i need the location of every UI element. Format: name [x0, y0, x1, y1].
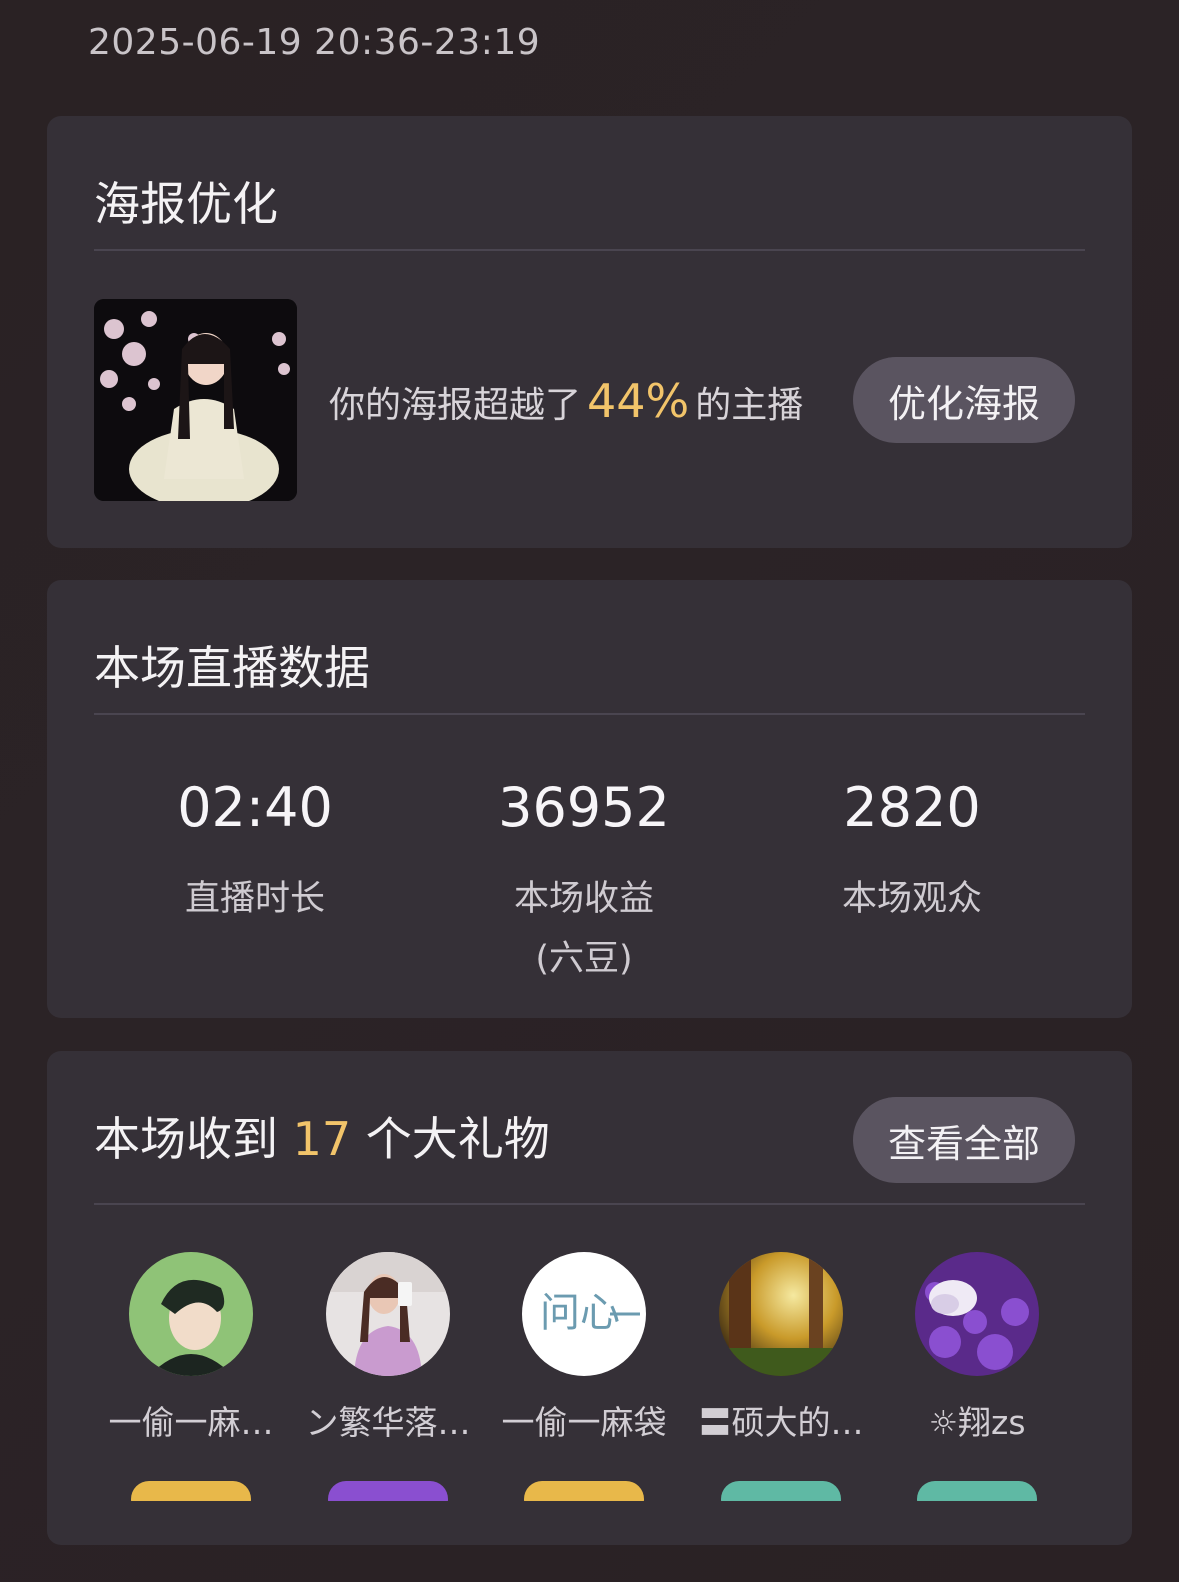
level-badge [721, 1481, 841, 1501]
gift-user-name: 一偷一麻袋 [501, 1403, 667, 1442]
divider [94, 249, 1085, 251]
gift-user-name: 〓硕大的… [698, 1403, 864, 1442]
level-badge [524, 1481, 644, 1501]
woman-selfie-avatar[interactable] [326, 1252, 450, 1376]
forest-avatar[interactable] [719, 1252, 843, 1376]
poster-card-title: 海报优化 [94, 177, 278, 231]
level-badge [917, 1481, 1037, 1501]
gifts-count: 17 [292, 1112, 352, 1166]
poster-rank-text: 你的海报超越了 44% 的主播 [329, 374, 803, 428]
gifts-title: 本场收到 17 个大礼物 [94, 1103, 550, 1169]
anime-man-avatar[interactable] [129, 1252, 253, 1376]
poster-text-after: 的主播 [695, 385, 804, 426]
stat-label: 本场观众 [841, 879, 982, 919]
svg-text:问心: 问心 [540, 1290, 620, 1336]
gifts-title-before: 本场收到 [94, 1112, 278, 1166]
stat-label-unit: (六豆) [535, 939, 633, 979]
poster-percent: 44% [587, 374, 690, 428]
divider [94, 713, 1085, 715]
stat-label: 直播时长 [184, 879, 325, 919]
view-all-gifts-button[interactable]: 查看全部 [853, 1097, 1075, 1183]
text-logo-avatar[interactable]: 问心 [522, 1252, 646, 1376]
poster-thumbnail[interactable] [94, 299, 297, 501]
stat-value: 02:40 [177, 776, 333, 839]
divider [94, 1203, 1085, 1205]
stat-value: 2820 [843, 776, 981, 839]
live-time-range: 2025-06-19 20:36-23:19 [88, 22, 541, 63]
level-badge [328, 1481, 448, 1501]
stat-earnings: 36952 本场收益 (六豆) [434, 776, 734, 989]
purple-flower-avatar[interactable] [915, 1252, 1039, 1376]
gift-user-item[interactable]: ☼翔zs [882, 1252, 1072, 1444]
stat-label: 本场收益 (六豆) [434, 869, 734, 989]
poster-text-before: 你的海报超越了 [329, 385, 582, 426]
optimize-poster-button[interactable]: 优化海报 [853, 357, 1075, 443]
stat-value: 36952 [498, 776, 670, 839]
stat-viewers: 2820 本场观众 [762, 776, 1062, 929]
poster-card: 海报优化 你的海报超越了 44% 的主播 优化海报 [47, 116, 1132, 548]
gifts-title-after: 个大礼物 [365, 1112, 550, 1166]
gift-user-name: ン繁华落… [305, 1403, 471, 1442]
live-data-title: 本场直播数据 [94, 641, 370, 695]
gift-user-name: 一偷一麻… [108, 1403, 274, 1442]
gift-user-name: ☼翔zs [928, 1403, 1026, 1442]
gifts-card: 本场收到 17 个大礼物 查看全部 一偷一麻… ン繁华落… 问心 一偷一麻袋 〓… [47, 1051, 1132, 1545]
gift-user-item[interactable]: 问心 一偷一麻袋 [489, 1252, 679, 1444]
gift-user-item[interactable]: 一偷一麻… [96, 1252, 286, 1444]
gift-user-item[interactable]: ン繁华落… [293, 1252, 483, 1444]
gift-user-item[interactable]: 〓硕大的… [686, 1252, 876, 1444]
live-data-card: 本场直播数据 02:40 直播时长 36952 本场收益 (六豆) 2820 本… [47, 580, 1132, 1018]
stat-duration: 02:40 直播时长 [105, 776, 405, 929]
stat-label-main: 本场收益 [513, 879, 654, 919]
level-badge [131, 1481, 251, 1501]
